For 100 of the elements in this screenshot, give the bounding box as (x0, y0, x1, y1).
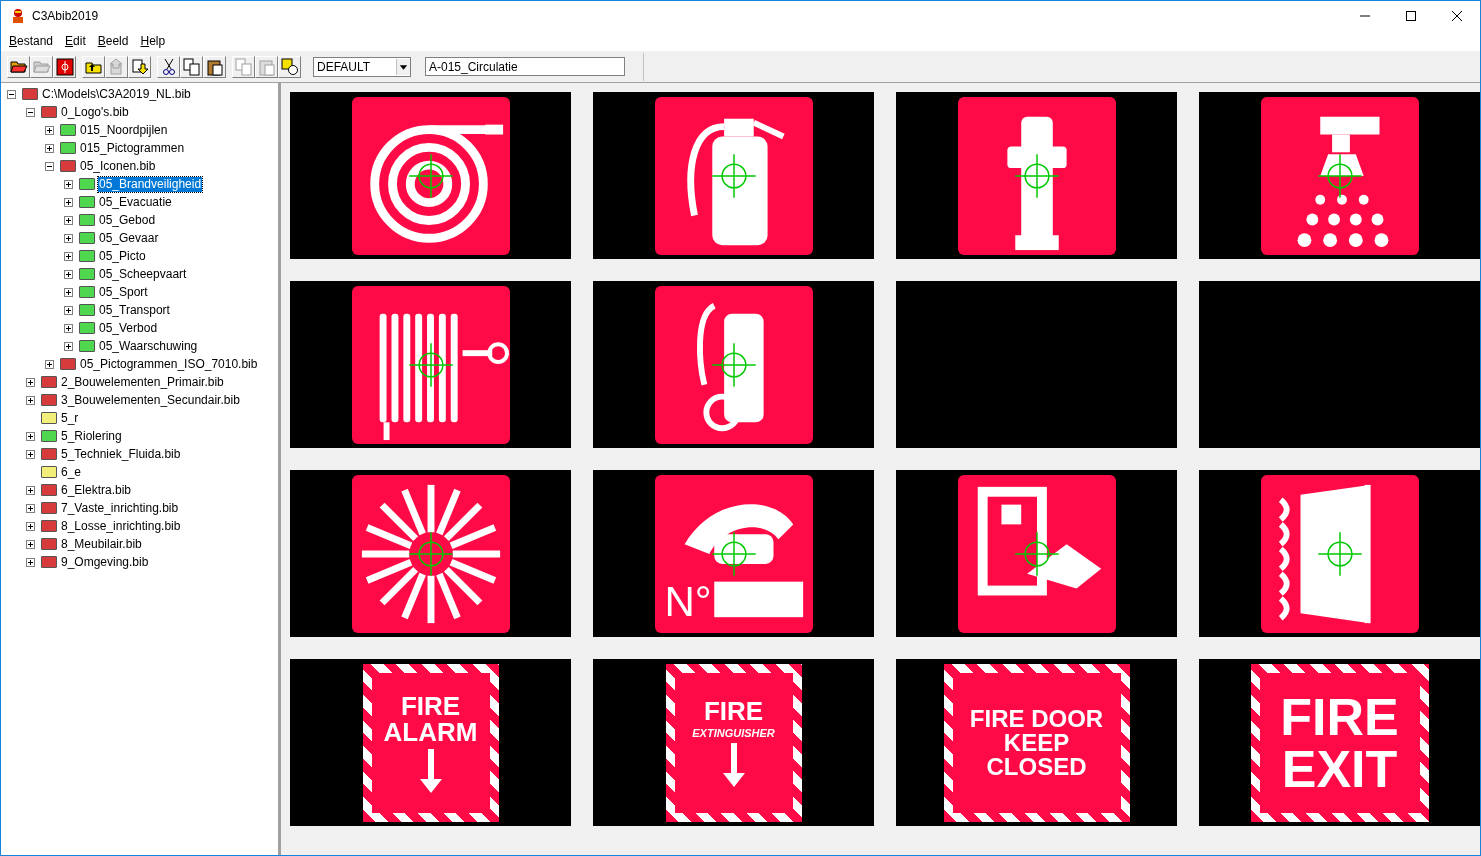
symbol-tile[interactable] (1199, 470, 1480, 637)
expand-toggle[interactable] (26, 521, 35, 531)
symbol-tile[interactable]: FIRE EXIT (1199, 659, 1480, 826)
symbol-tile[interactable] (290, 92, 571, 259)
folder-icon (79, 214, 95, 226)
folder-icon (41, 466, 57, 478)
symbol-tile[interactable] (896, 470, 1177, 637)
folder-icon (60, 358, 76, 370)
sign-text: KEEP (1003, 730, 1070, 755)
tree-item[interactable]: 05_Transport (98, 302, 171, 318)
toolbar-button[interactable] (7, 55, 30, 78)
symbol-tile[interactable] (593, 281, 874, 448)
expand-toggle[interactable] (26, 431, 35, 441)
tree-item[interactable]: C:\Models\C3A2019_NL.bib (41, 86, 192, 102)
tree-item[interactable]: 05_Brandveiligheid (98, 176, 203, 192)
tree-item[interactable]: 5_Riolering (60, 428, 123, 444)
tree-item[interactable]: 05_Evacuatie (98, 194, 173, 210)
collapse-toggle[interactable] (7, 89, 16, 99)
folder-icon (41, 376, 57, 388)
sign-text: FIRE (703, 698, 764, 724)
tree-item[interactable]: 05_Picto (98, 248, 147, 264)
symbol-tile[interactable] (290, 281, 571, 448)
tree-item[interactable]: 6_e (60, 464, 83, 480)
tree-item[interactable]: 5_Techniek_Fluida.bib (60, 446, 182, 462)
folder-icon (79, 304, 95, 316)
sign-text: ALARM (383, 718, 478, 745)
expand-toggle[interactable] (64, 179, 73, 189)
folder-icon (41, 502, 57, 514)
tree-item[interactable]: 05_Gevaar (98, 230, 160, 246)
tree-item[interactable]: 6_Elektra.bib (60, 482, 133, 498)
expand-toggle[interactable] (64, 269, 73, 279)
name-field[interactable]: A-015_Circulatie (425, 57, 625, 76)
collapse-toggle[interactable] (26, 107, 35, 117)
symbol-tile[interactable] (290, 470, 571, 637)
folder-icon (79, 196, 95, 208)
expand-toggle[interactable] (26, 485, 35, 495)
tree-item[interactable]: 05_Pictogrammen_ISO_7010.bib (79, 356, 259, 372)
folder-icon (79, 250, 95, 262)
expand-toggle[interactable] (64, 305, 73, 315)
toolbar-button[interactable] (157, 55, 180, 78)
tree-item[interactable]: 8_Meubilair.bib (60, 536, 143, 552)
expand-toggle[interactable] (64, 251, 73, 261)
folder-icon (41, 538, 57, 550)
menu-item[interactable]: Edit (59, 32, 92, 50)
expand-toggle[interactable] (64, 233, 73, 243)
expand-toggle[interactable] (26, 503, 35, 513)
tree-item[interactable]: 015_Noordpijlen (79, 122, 169, 138)
symbol-tile[interactable] (593, 92, 874, 259)
sign-text: FIRE (400, 692, 461, 719)
expand-toggle[interactable] (26, 539, 35, 549)
tree-item[interactable]: 05_Verbod (98, 320, 159, 336)
toolbar-button[interactable] (203, 55, 226, 78)
tree-item[interactable]: 05_Gebod (98, 212, 157, 228)
symbol-tile[interactable]: FIRE ALARM (290, 659, 571, 826)
symbol-tile[interactable]: FIRE EXTINGUISHER (593, 659, 874, 826)
tree-item[interactable]: 5_r (60, 410, 80, 426)
toolbar-button[interactable] (53, 55, 76, 78)
symbol-tile[interactable] (896, 92, 1177, 259)
menu-item[interactable]: Beeld (91, 32, 135, 50)
expand-toggle[interactable] (45, 359, 54, 369)
tree-item[interactable]: 05_Iconen.bib (79, 158, 157, 174)
tree-item[interactable]: 2_Bouwelementen_Primair.bib (60, 374, 225, 390)
menu-item[interactable]: Help (134, 32, 172, 50)
expand-toggle[interactable] (26, 557, 35, 567)
folder-icon (79, 268, 95, 280)
expand-toggle[interactable] (64, 341, 73, 351)
empty-tile[interactable] (896, 281, 1177, 448)
toolbar-button[interactable] (82, 55, 105, 78)
window-title: C3Abib2019 (32, 8, 99, 25)
expand-toggle[interactable] (64, 215, 73, 225)
symbol-tile[interactable] (1199, 92, 1480, 259)
tree-item[interactable]: 7_Vaste_inrichting.bib (60, 500, 180, 516)
expand-toggle[interactable] (64, 323, 73, 333)
tree-item[interactable]: 8_Losse_inrichting.bib (60, 518, 182, 534)
expand-toggle[interactable] (45, 143, 54, 153)
tree-item[interactable]: 015_Pictogrammen (79, 140, 186, 156)
expand-toggle[interactable] (26, 449, 35, 459)
expand-toggle[interactable] (26, 377, 35, 387)
toolbar-button[interactable] (278, 55, 301, 78)
tree-item[interactable]: 05_Scheepvaart (98, 266, 188, 282)
tree-item[interactable]: 3_Bouwelementen_Secundair.bib (60, 392, 241, 408)
expand-toggle[interactable] (26, 395, 35, 405)
folder-icon (60, 160, 76, 172)
symbol-tile[interactable]: FIRE DOOR KEEP CLOSED (896, 659, 1177, 826)
expand-toggle[interactable] (64, 197, 73, 207)
layer-dropdown[interactable]: DEFAULT (313, 56, 411, 77)
symbol-tile[interactable]: N° (593, 470, 874, 637)
expand-toggle[interactable] (64, 287, 73, 297)
folder-icon (41, 520, 57, 532)
menu-item[interactable]: Bestand (3, 32, 60, 50)
tree-item[interactable]: 05_Sport (98, 284, 149, 300)
sign-text: FIRE (1280, 690, 1399, 743)
toolbar-button[interactable] (128, 55, 151, 78)
expand-toggle[interactable] (45, 125, 54, 135)
empty-tile[interactable] (1199, 281, 1480, 448)
tree-item[interactable]: 0_Logo's.bib (60, 104, 130, 120)
folder-icon (60, 124, 76, 136)
tree-item[interactable]: 9_Omgeving.bib (60, 554, 150, 570)
tree-item[interactable]: 05_Waarschuwing (98, 338, 199, 354)
collapse-toggle[interactable] (45, 161, 54, 171)
